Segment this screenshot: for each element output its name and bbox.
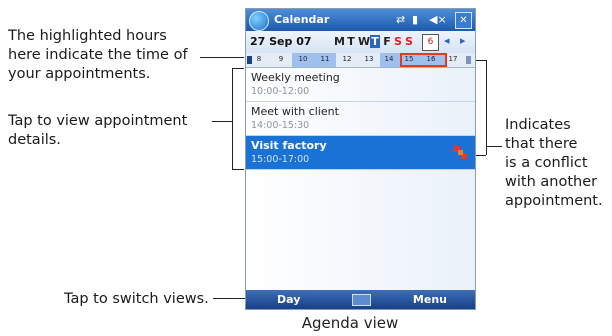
previous-arrow-icon[interactable]: ◂	[444, 34, 450, 47]
callout-line: is a conflict	[505, 155, 588, 171]
signal-icon[interactable]: ▮	[412, 13, 418, 26]
hour-tick: 8	[256, 55, 262, 63]
leader-line	[200, 57, 244, 58]
callout-line: details.	[8, 132, 61, 148]
weekday-fri[interactable]: F	[382, 35, 392, 48]
leader-line	[212, 121, 232, 122]
appointment-subject: Weekly meeting	[251, 71, 340, 84]
weekday-sun[interactable]: S	[404, 35, 414, 48]
appointment-time: 10:00-12:00	[251, 86, 310, 97]
callout-highlighted-hours: The highlighted hours here indicate the …	[8, 27, 208, 84]
today-button[interactable]: 6	[422, 34, 439, 51]
callout-line: Indicates	[505, 117, 571, 133]
appointment-time: 15:00-17:00	[251, 154, 310, 165]
bracket-line	[486, 60, 487, 155]
weekday-tue[interactable]: T	[346, 35, 356, 48]
weekday-sat[interactable]: S	[393, 35, 403, 48]
close-icon[interactable]: ✕	[455, 12, 472, 29]
hour-tick: 17	[448, 55, 458, 63]
appointment-row[interactable]: Meet with client 14:00-15:30	[246, 102, 475, 136]
bracket-line	[232, 68, 233, 170]
hour-tick: 10	[298, 55, 308, 63]
bracket-line	[232, 169, 244, 170]
callout-line: here indicate the time of	[8, 47, 188, 63]
hour-tick: 13	[364, 55, 374, 63]
weekday-mon[interactable]: M	[334, 35, 345, 48]
callout-line: Tap to switch views.	[64, 291, 209, 307]
leader-line	[486, 146, 502, 147]
keyboard-icon[interactable]	[352, 294, 371, 306]
weekday-wed[interactable]: W	[358, 35, 370, 48]
hour-tick: 14	[384, 55, 394, 63]
callout-line: appointment.	[505, 193, 603, 209]
appointment-row-selected[interactable]: Visit factory 15:00-17:00	[246, 136, 475, 170]
callout-tap-details: Tap to view appointment details.	[8, 112, 218, 150]
app-title: Calendar	[274, 13, 330, 26]
callout-switch-views: Tap to switch views.	[64, 290, 244, 309]
device-screen: Calendar ⇄ ▮ ◀× ✕ 27 Sep 07 M T W T F S …	[245, 8, 476, 310]
softkey-bar: Day Menu	[246, 290, 475, 309]
hour-tick: 9	[278, 55, 284, 63]
appointment-subject: Visit factory	[251, 139, 327, 152]
bracket-line	[232, 68, 244, 69]
softkey-right-menu[interactable]: Menu	[413, 293, 447, 306]
callout-line: your appointments.	[8, 66, 151, 82]
hour-tick: 11	[320, 55, 330, 63]
appointment-row[interactable]: Weekly meeting 10:00-12:00	[246, 68, 475, 102]
hour-tick: 16	[426, 55, 436, 63]
volume-icon[interactable]: ◀×	[429, 13, 447, 26]
callout-line: that there	[505, 136, 578, 152]
date-bar: 27 Sep 07 M T W T F S S 6 ◂ ▸	[246, 31, 475, 54]
date-label[interactable]: 27 Sep 07	[250, 35, 312, 48]
hour-tick: 12	[342, 55, 352, 63]
callout-line: The highlighted hours	[8, 28, 167, 44]
title-bar: Calendar ⇄ ▮ ◀× ✕	[246, 9, 475, 31]
weekday-thu-selected[interactable]: T	[370, 35, 380, 48]
next-arrow-icon[interactable]: ▸	[460, 34, 466, 47]
callout-conflict: Indicates that there is a conflict with …	[505, 116, 612, 211]
connectivity-icon[interactable]: ⇄	[396, 13, 405, 26]
figure-caption: Agenda view	[301, 314, 399, 332]
appointment-list: Weekly meeting 10:00-12:00 Meet with cli…	[246, 68, 475, 291]
hour-bar-end-marker	[466, 56, 471, 64]
hour-bar: 8 9 10 11 12 13 14 15 16 17	[246, 53, 475, 68]
callout-line: with another	[505, 174, 598, 190]
conflict-icon	[454, 146, 467, 159]
softkey-left-day[interactable]: Day	[277, 293, 300, 306]
appointment-subject: Meet with client	[251, 105, 339, 118]
appointment-time: 14:00-15:30	[251, 120, 310, 131]
hour-tick: 15	[404, 55, 414, 63]
callout-line: Tap to view appointment	[8, 113, 188, 129]
start-menu-icon[interactable]	[249, 11, 269, 31]
